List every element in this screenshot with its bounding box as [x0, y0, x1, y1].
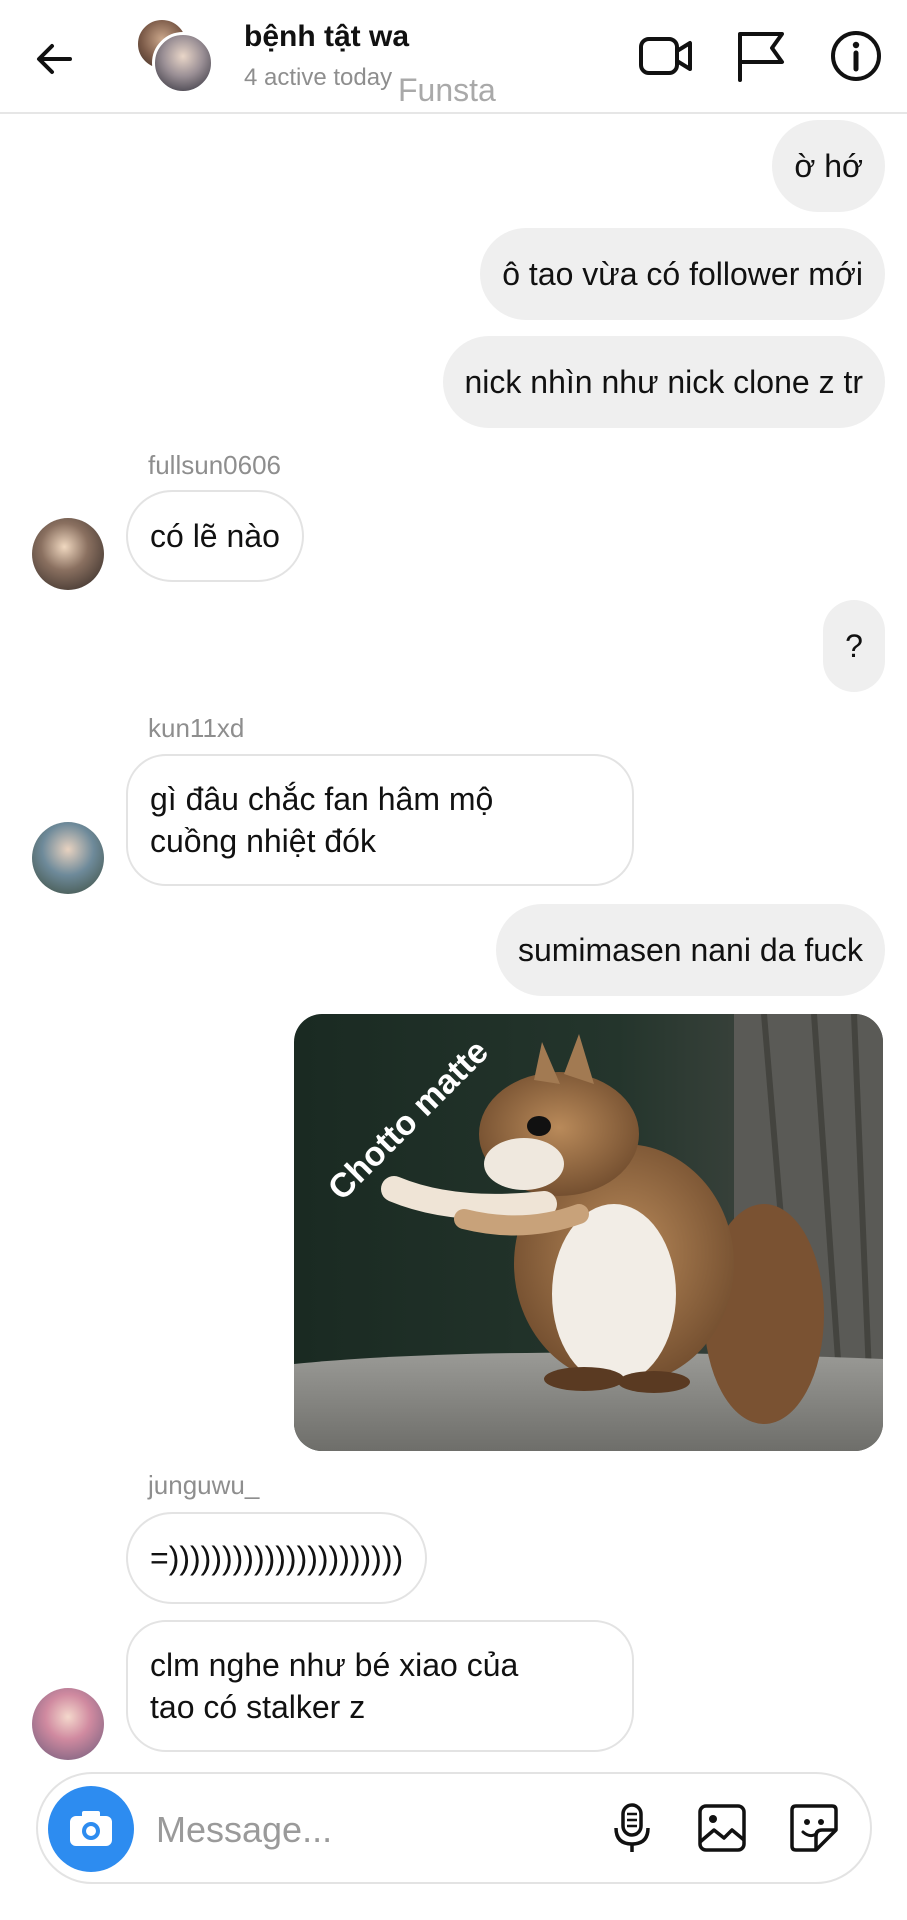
report-button[interactable] [730, 26, 790, 86]
message-text-line: gì đâu chắc fan hâm mộ [150, 781, 494, 817]
message-text-line: tao có stalker z [150, 1689, 366, 1725]
gallery-button[interactable] [694, 1800, 750, 1856]
watermark-text: Funsta [398, 72, 496, 108]
arrow-left-icon [37, 44, 72, 74]
sender-name: fullsun0606 [148, 450, 281, 480]
image-icon [698, 1804, 746, 1852]
group-avatar-front [152, 32, 214, 94]
incoming-message[interactable]: clm nghe như bé xiao của tao có stalker … [126, 1620, 634, 1752]
flag-icon [738, 32, 784, 82]
info-icon [831, 31, 881, 81]
sender-name: junguwu_ [148, 1470, 260, 1500]
message-text: ? [845, 628, 863, 664]
message-text: nick nhìn như nick clone z tr [464, 364, 864, 400]
message-text-line: clm nghe như bé xiao của [150, 1647, 519, 1683]
incoming-message[interactable]: =)))))))))))))))))))))) [126, 1512, 428, 1604]
image-message[interactable]: Chotto matte [294, 1014, 883, 1451]
message-text: =)))))))))))))))))))))) [150, 1540, 404, 1576]
outgoing-message[interactable]: ? [823, 600, 885, 692]
sticker-icon [790, 1804, 838, 1852]
outgoing-message[interactable]: ờ hớ [772, 120, 885, 212]
active-status: 4 active today [244, 64, 393, 91]
voice-message-button[interactable] [604, 1800, 660, 1856]
group-avatar[interactable] [136, 18, 214, 94]
avatar[interactable] [32, 822, 104, 894]
camera-icon [70, 1811, 112, 1846]
video-call-button[interactable] [636, 26, 696, 86]
squirrel-photo: Chotto matte [294, 1014, 883, 1451]
message-text: ô tao vừa có follower mới [502, 256, 863, 292]
message-text: ờ hớ [794, 148, 863, 184]
avatar[interactable] [32, 1688, 104, 1760]
sender-name: kun11xd [148, 713, 245, 743]
outgoing-message[interactable]: nick nhìn như nick clone z tr [442, 336, 885, 428]
camera-button[interactable] [48, 1786, 134, 1872]
message-input[interactable] [156, 1804, 586, 1856]
details-button[interactable] [826, 26, 886, 86]
incoming-message[interactable]: có lẽ nào [126, 490, 304, 582]
back-button[interactable] [30, 34, 80, 84]
message-text: có lẽ nào [150, 518, 280, 554]
outgoing-message[interactable]: sumimasen nani da fuck [495, 904, 885, 996]
avatar[interactable] [32, 518, 104, 590]
chat-title[interactable]: bệnh tật wa [244, 20, 409, 54]
sticker-button[interactable] [786, 1800, 842, 1856]
outgoing-message[interactable]: ô tao vừa có follower mới [480, 228, 885, 320]
message-text: sumimasen nani da fuck [517, 932, 863, 968]
microphone-icon [614, 1803, 650, 1852]
incoming-message[interactable]: gì đâu chắc fan hâm mộ cuồng nhiệt đók [126, 754, 634, 886]
message-text-line: cuồng nhiệt đók [150, 823, 376, 859]
video-camera-icon [639, 37, 692, 75]
